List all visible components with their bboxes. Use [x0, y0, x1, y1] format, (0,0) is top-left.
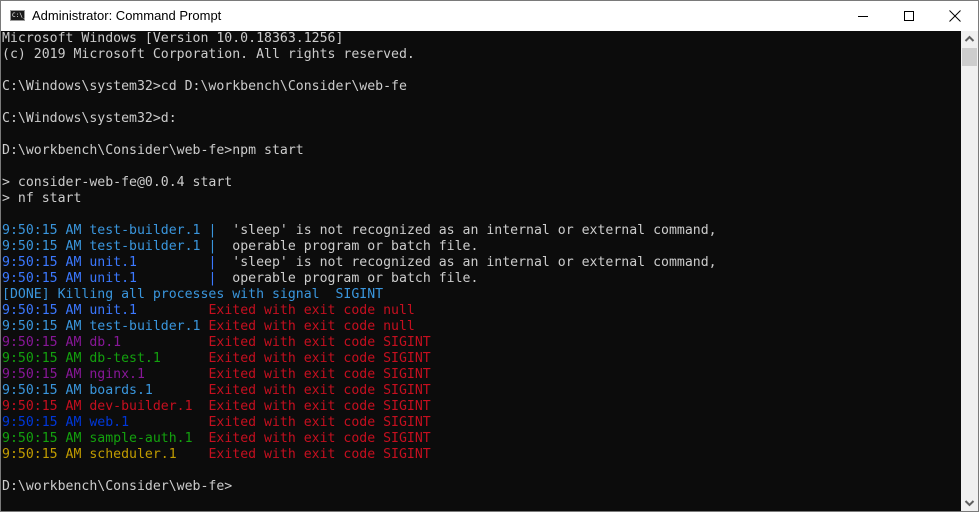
console-text-segment: > nf start — [2, 191, 82, 206]
console-line: 9:50:15 AM nginx.1 Exited with exit code… — [2, 367, 431, 383]
console-text-segment: Exited with exit code SIGINT — [208, 399, 431, 414]
scroll-up-button[interactable] — [961, 31, 978, 48]
console-line: 9:50:15 AM boards.1 Exited with exit cod… — [2, 383, 431, 399]
console-text-segment: 9:50:15 AM test-builder.1 — [2, 239, 209, 254]
console-text-segment: [DONE] Killing all processes with signal… — [2, 287, 384, 302]
console-text-segment: 9:50:15 AM dev-builder.1 — [2, 399, 209, 414]
console-line: (c) 2019 Microsoft Corporation. All righ… — [2, 47, 415, 63]
console-line: 9:50:15 AM db.1 Exited with exit code SI… — [2, 335, 431, 351]
title-bar[interactable]: C:\_ Administrator: Command Prompt — [1, 1, 978, 31]
maximize-button[interactable] — [886, 1, 932, 31]
console-text-segment: 9:50:15 AM db-test.1 — [2, 351, 209, 366]
console-line: C:\Windows\system32>d: — [2, 111, 177, 127]
console-text-segment: 9:50:15 AM sample-auth.1 — [2, 431, 209, 446]
console-text-segment: Exited with exit code null — [208, 303, 415, 318]
minimize-button[interactable] — [840, 1, 886, 31]
console-text-segment: > consider-web-fe@0.0.4 start — [2, 175, 233, 190]
console-text-segment: Exited with exit code SIGINT — [208, 447, 431, 462]
console-text-segment: 'sleep' is not recognized as an internal… — [216, 223, 717, 238]
console-line: [DONE] Killing all processes with signal… — [2, 287, 383, 303]
console-text-segment: Exited with exit code SIGINT — [208, 335, 431, 350]
console-line: D:\workbench\Consider\web-fe> — [2, 479, 232, 495]
console-text-segment: Exited with exit code SIGINT — [208, 431, 431, 446]
console-text-segment: (c) 2019 Microsoft Corporation. All righ… — [2, 47, 415, 62]
console-line: 9:50:15 AM test-builder.1 | 'sleep' is n… — [2, 223, 717, 239]
console-text-segment: 9:50:15 AM unit.1 — [2, 303, 209, 318]
console-line: Microsoft Windows [Version 10.0.18363.12… — [2, 31, 343, 47]
command-prompt-window: C:\_ Administrator: Command Prompt Micro… — [0, 0, 979, 512]
console-text-segment: D:\workbench\Consider\web-fe> — [2, 479, 233, 494]
close-button[interactable] — [932, 1, 978, 31]
console-text-segment: operable program or batch file. — [216, 271, 479, 286]
console-line: 9:50:15 AM db-test.1 Exited with exit co… — [2, 351, 431, 367]
chevron-down-icon — [964, 500, 975, 507]
console-text-segment: 'sleep' is not recognized as an internal… — [216, 255, 717, 270]
console-text-segment: C:\Windows\system32>d: — [2, 111, 177, 126]
console-text-segment: Exited with exit code SIGINT — [208, 367, 431, 382]
scroll-down-button[interactable] — [961, 494, 978, 511]
console-text-segment: operable program or batch file. — [216, 239, 479, 254]
console-line: D:\workbench\Consider\web-fe>npm start — [2, 143, 304, 159]
console-line: 9:50:15 AM dev-builder.1 Exited with exi… — [2, 399, 431, 415]
console-text-segment: 9:50:15 AM web.1 — [2, 415, 209, 430]
console-line: 9:50:15 AM web.1 Exited with exit code S… — [2, 415, 431, 431]
close-icon — [949, 10, 961, 22]
console-text-segment: 9:50:15 AM unit.1 — [2, 255, 209, 270]
console-text-segment: 9:50:15 AM boards.1 — [2, 383, 209, 398]
console-line: > consider-web-fe@0.0.4 start — [2, 175, 232, 191]
console-line: 9:50:15 AM test-builder.1 Exited with ex… — [2, 319, 415, 335]
console-line: 9:50:15 AM unit.1 Exited with exit code … — [2, 303, 415, 319]
console-text-segment: Microsoft Windows [Version 10.0.18363.12… — [2, 31, 344, 46]
console-text-segment: Exited with exit code SIGINT — [208, 415, 431, 430]
scroll-thumb[interactable] — [962, 48, 977, 66]
console-line: 9:50:15 AM sample-auth.1 Exited with exi… — [2, 431, 431, 447]
console-text-segment: 9:50:15 AM nginx.1 — [2, 367, 209, 382]
console-text-segment: 9:50:15 AM db.1 — [2, 335, 209, 350]
window-title: Administrator: Command Prompt — [32, 8, 222, 23]
vertical-scrollbar[interactable] — [961, 31, 978, 511]
cmd-icon-text: C:\_ — [12, 12, 27, 19]
console-text-segment: Exited with exit code SIGINT — [208, 351, 431, 366]
cmd-icon[interactable]: C:\_ — [10, 10, 27, 21]
chevron-up-icon — [964, 35, 975, 42]
console-text-segment: 9:50:15 AM scheduler.1 — [2, 447, 209, 462]
console-line: 9:50:15 AM test-builder.1 | operable pro… — [2, 239, 478, 255]
console-text-segment: 9:50:15 AM unit.1 — [2, 271, 209, 286]
console-line: 9:50:15 AM scheduler.1 Exited with exit … — [2, 447, 431, 463]
console-line: 9:50:15 AM unit.1 | 'sleep' is not recog… — [2, 255, 717, 271]
console-text-segment: 9:50:15 AM test-builder.1 — [2, 319, 209, 334]
console-text-segment: C:\Windows\system32>cd D:\workbench\Cons… — [2, 79, 407, 94]
console-line: 9:50:15 AM unit.1 | operable program or … — [2, 271, 478, 287]
console-text-segment: Exited with exit code null — [208, 319, 415, 334]
console-line: > nf start — [2, 191, 81, 207]
console-text-segment: 9:50:15 AM test-builder.1 — [2, 223, 209, 238]
console-line: C:\Windows\system32>cd D:\workbench\Cons… — [2, 79, 407, 95]
console-output[interactable]: Microsoft Windows [Version 10.0.18363.12… — [1, 31, 961, 511]
console-text-segment: Exited with exit code SIGINT — [208, 383, 431, 398]
console-text-segment: D:\workbench\Consider\web-fe>npm start — [2, 143, 304, 158]
